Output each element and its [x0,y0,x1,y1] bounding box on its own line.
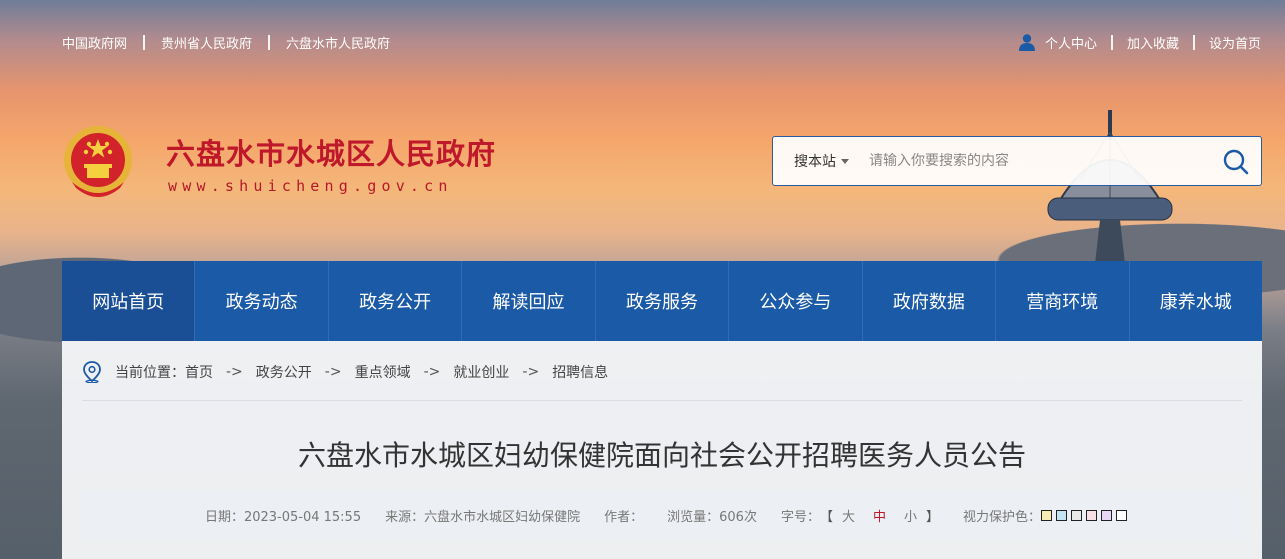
site-url: www.shuicheng.gov.cn [168,177,453,195]
article-author: 作者： [604,509,644,525]
search-input[interactable] [869,153,1199,169]
nav-participation[interactable]: 公众参与 [729,261,863,341]
search-box: 搜本站 [772,136,1262,186]
breadcrumb-sep: -> [226,364,243,380]
article-title: 六盘水市水城区妇幼保健院面向社会公开招聘医务人员公告 [297,439,1026,472]
set-homepage-link[interactable]: 设为首页 [1209,33,1261,52]
user-icon [1018,34,1035,51]
article-date: 日期：2023-05-04 15:55 [204,509,362,525]
eye-protection-label: 视力保护色： [963,509,1042,525]
chevron-down-icon [841,158,849,164]
add-favorite-link[interactable]: 加入收藏 [1127,33,1179,52]
font-size-label: 字号： [780,509,820,525]
divider [143,34,146,50]
nav-wellness[interactable]: 康养水城 [1130,261,1262,341]
breadcrumb-open-gov[interactable]: 政务公开 [256,362,312,382]
nav-interpretation[interactable]: 解读回应 [462,261,596,341]
content-panel: 当前位置： 首页 -> 政务公开 -> 重点领域 -> 就业创业 -> 招聘信息… [62,341,1262,559]
breadcrumb-home[interactable]: 首页 [185,362,213,382]
site-title: 六盘水市水城区人民政府 [166,137,497,171]
national-emblem-icon [64,126,132,197]
main-nav: 网站首页 政务动态 政务公开 解读回应 政务服务 公众参与 政府数据 营商环境 … [62,261,1262,341]
article-views: 浏览量：606次 [667,509,757,525]
article-meta: 日期：2023-05-04 15:55 来源：六盘水市水城区妇幼保健院 作者： … [82,490,1242,540]
nav-services[interactable]: 政务服务 [596,261,730,341]
bracket-open: 【 [819,509,833,525]
breadcrumb-recruitment[interactable]: 招聘信息 [552,362,608,382]
breadcrumb-label: 当前位置： [115,365,185,381]
nav-news[interactable]: 政务动态 [195,261,329,341]
color-swatch-blue[interactable] [1056,509,1068,521]
search-scope-label: 搜本站 [794,154,836,170]
top-right-links: 个人中心 加入收藏 设为首页 [1018,33,1261,52]
divider [1110,34,1113,50]
link-liupanshui-gov[interactable]: 六盘水市人民政府 [286,33,390,52]
nav-home[interactable]: 网站首页 [62,261,196,341]
nav-business[interactable]: 营商环境 [996,261,1130,341]
color-swatch-purple[interactable] [1101,509,1113,521]
color-swatch-yellow[interactable] [1041,509,1053,521]
user-center-link[interactable]: 个人中心 [1045,33,1097,52]
breadcrumb-sep: -> [324,364,342,380]
bracket-close: 】 [926,509,940,525]
nav-open-gov[interactable]: 政务公开 [329,261,463,341]
color-swatch-white[interactable] [1116,509,1128,521]
link-guizhou-gov[interactable]: 贵州省人民政府 [161,33,252,52]
search-icon[interactable] [1221,147,1251,177]
breadcrumb-sep: -> [423,364,441,380]
location-pin-icon [83,361,101,383]
article-source: 来源：六盘水市水城区妇幼保健院 [385,509,581,525]
divider [82,400,1242,401]
divider [1192,34,1195,50]
link-gov-cn[interactable]: 中国政府网 [62,33,127,52]
eye-protection-control: 视力保护色： [963,506,1131,525]
search-scope-dropdown[interactable]: 搜本站 [794,151,849,171]
divider [268,34,271,50]
font-size-small[interactable]: 小 [904,506,917,525]
breadcrumb-key-areas[interactable]: 重点领域 [355,362,411,382]
color-swatch-gray[interactable] [1071,509,1083,521]
font-size-medium[interactable]: 中 [873,506,886,525]
font-size-control: 字号： 【 大 中 小 】 [781,506,939,525]
top-links: 中国政府网 贵州省人民政府 六盘水市人民政府 [62,33,390,52]
breadcrumb: 当前位置： 首页 -> 政务公开 -> 重点领域 -> 就业创业 -> 招聘信息 [82,361,608,383]
breadcrumb-employment[interactable]: 就业创业 [453,362,509,382]
breadcrumb-sep: -> [522,364,540,380]
font-size-large[interactable]: 大 [842,506,855,525]
color-swatch-pink[interactable] [1086,509,1098,521]
nav-data[interactable]: 政府数据 [863,261,997,341]
